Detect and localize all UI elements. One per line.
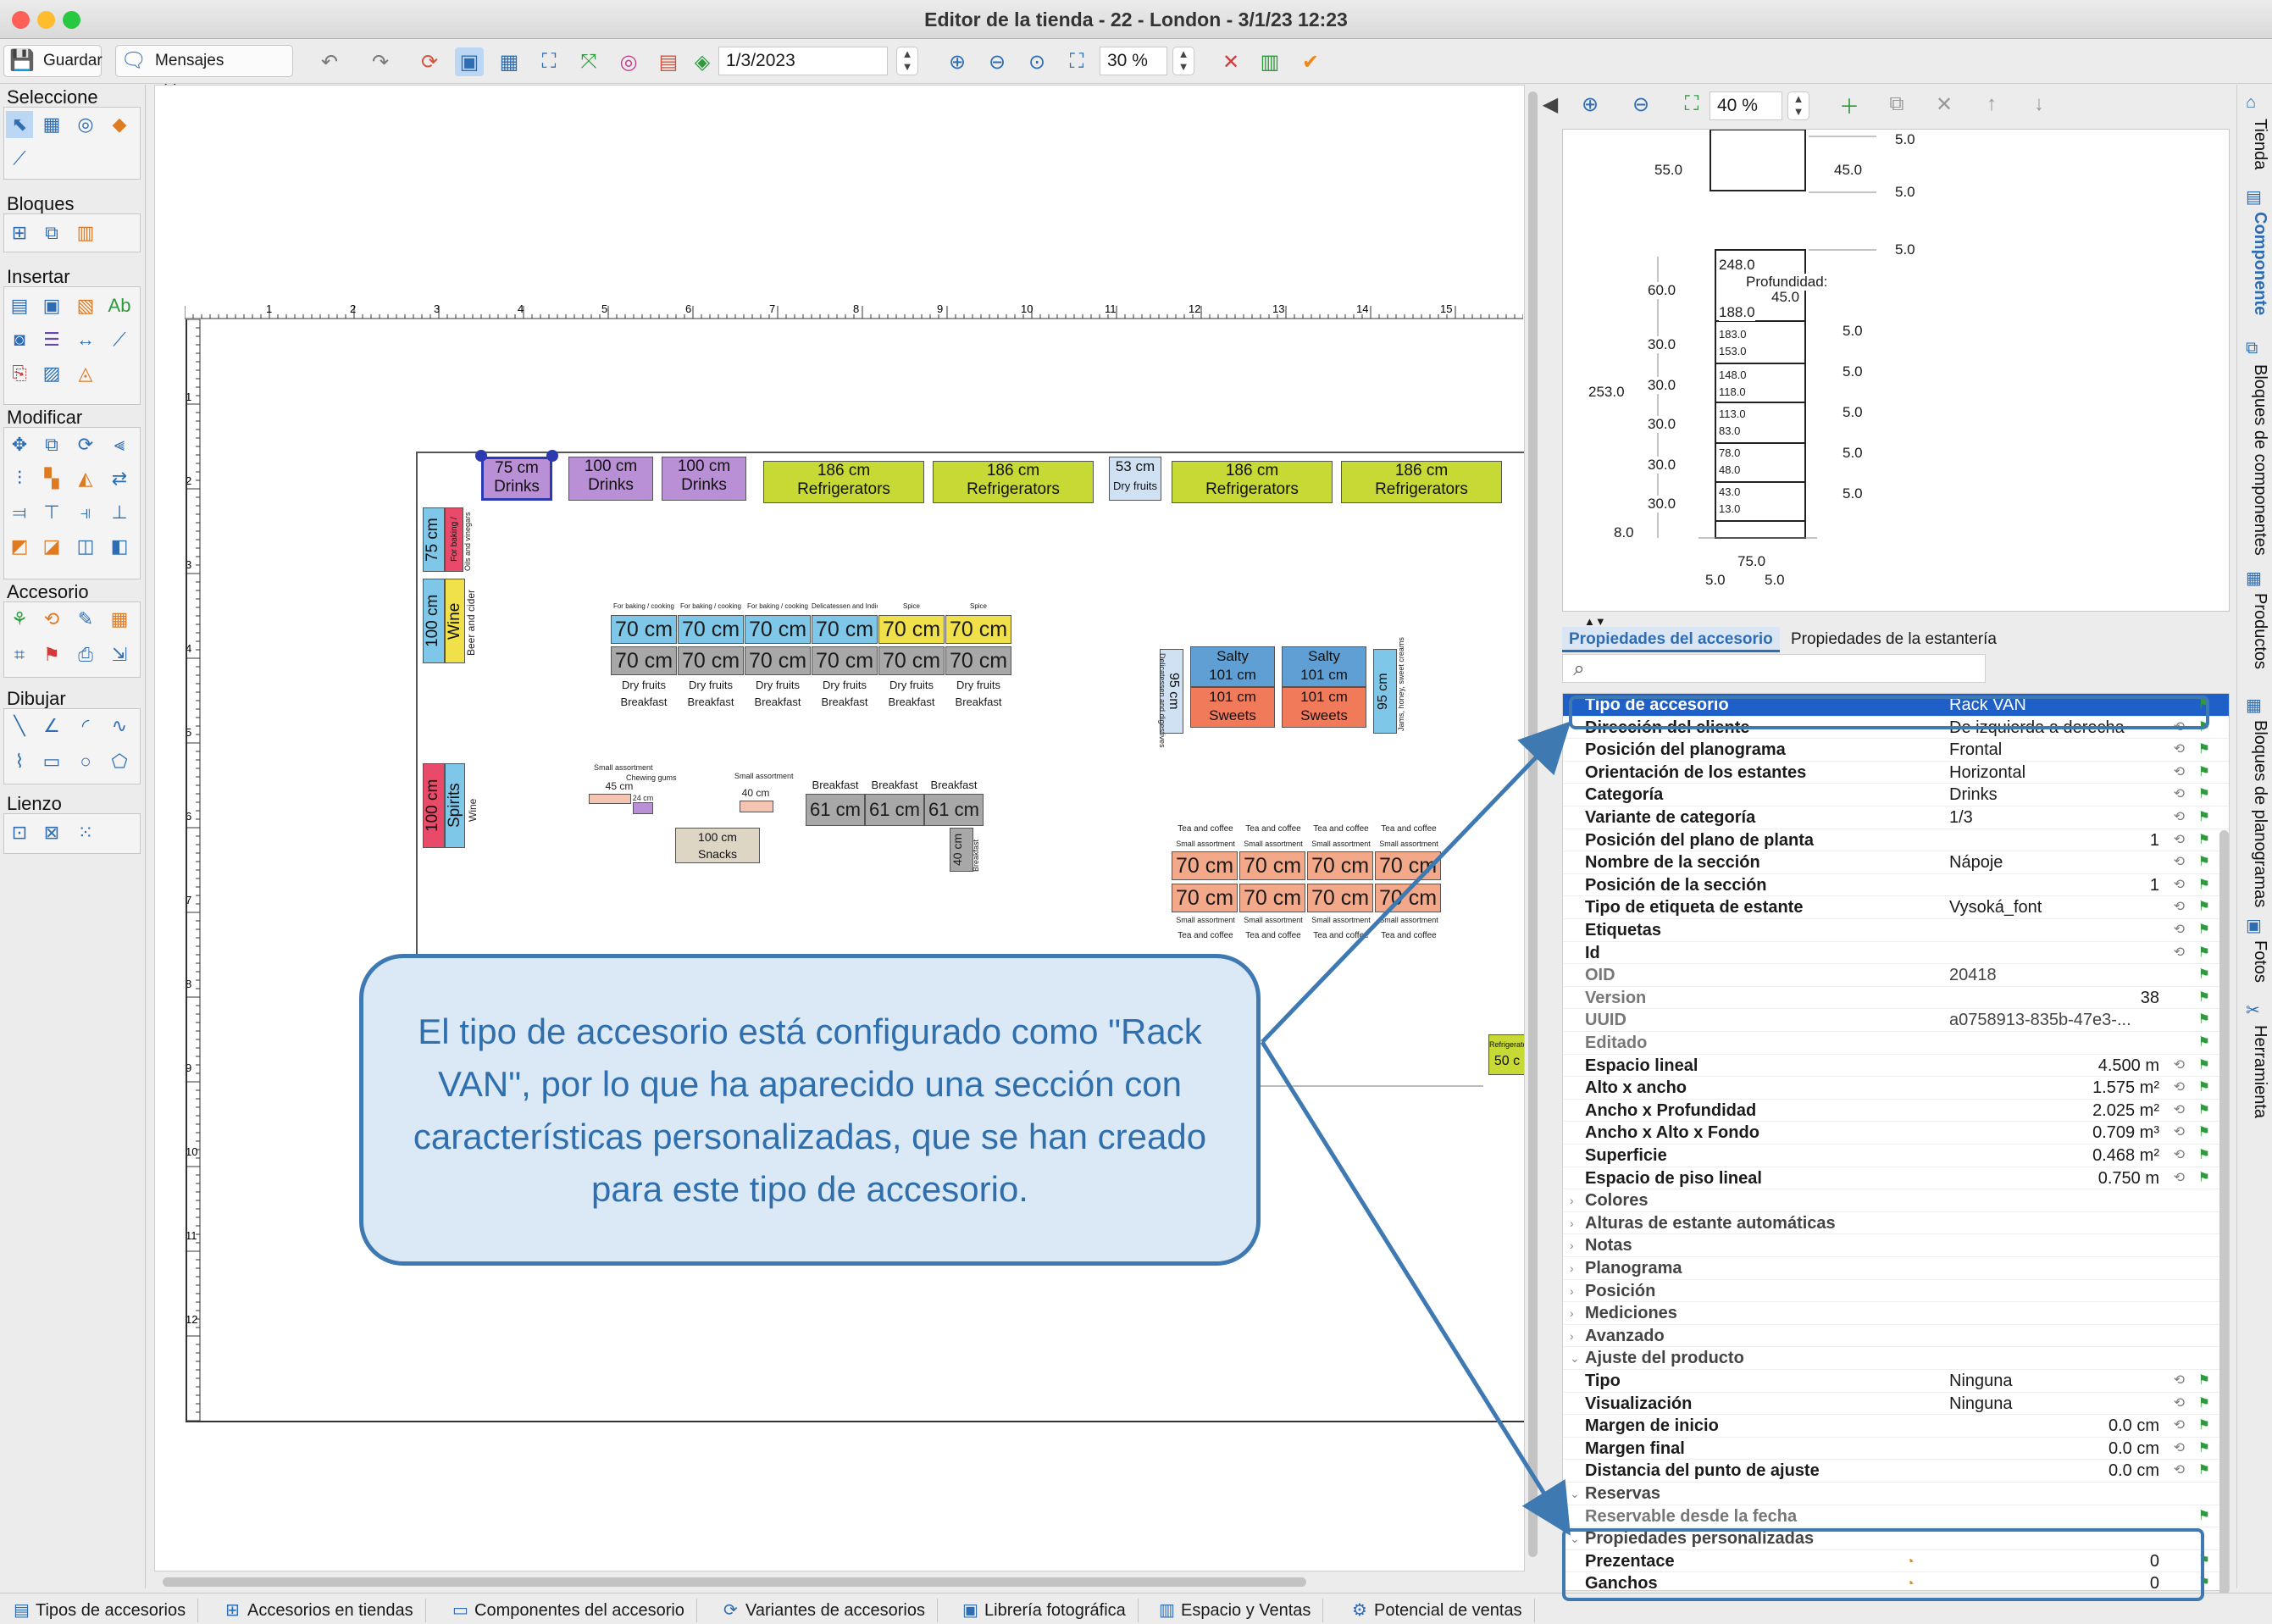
callout-arrows [1260,721,1571,1536]
annotation-callout: El tipo de accesorio está configurado co… [359,954,1261,1266]
